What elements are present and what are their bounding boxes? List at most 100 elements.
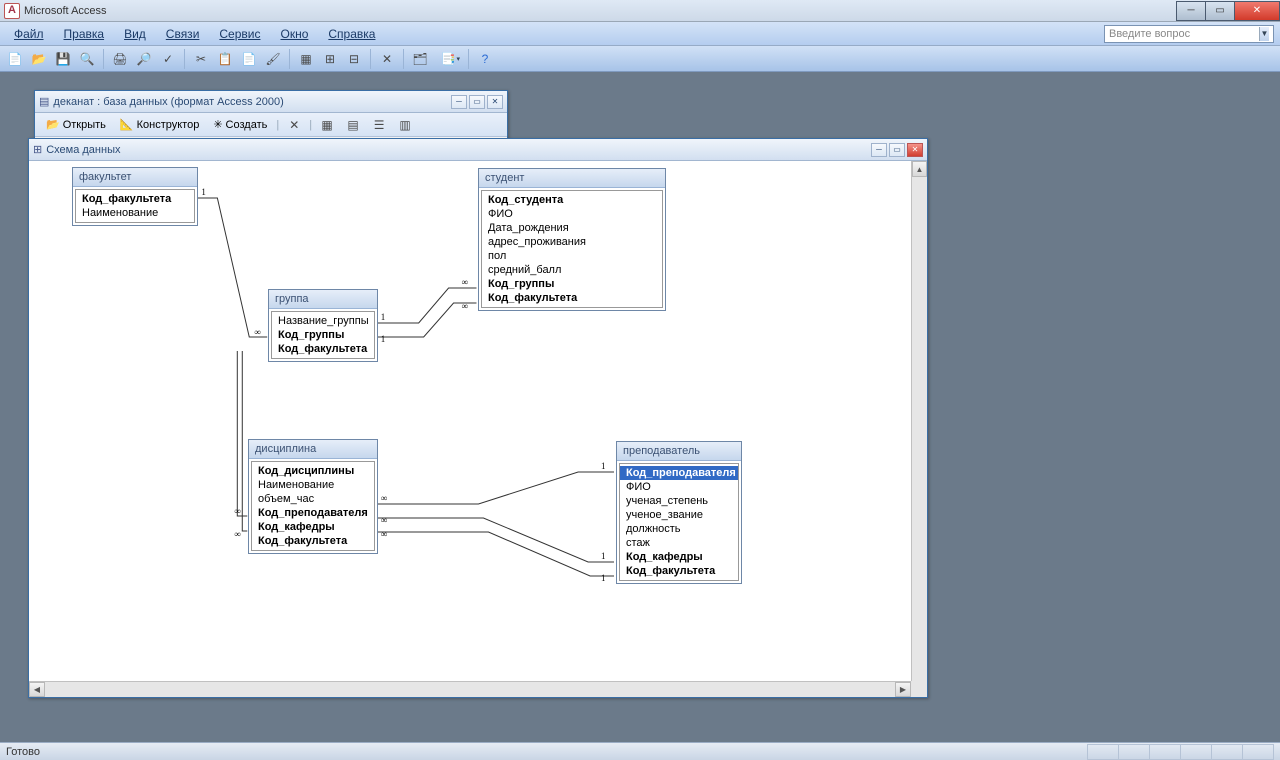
schema-window[interactable]: ⊞ Схема данных ─ ▭ ✕ 1 ∞ 1 1 ∞ [28,138,928,698]
child-maximize-button[interactable]: ▭ [889,143,905,157]
view-list-icon[interactable]: ☰ [368,114,390,136]
horizontal-scrollbar[interactable]: ◀ ▶ [29,681,911,697]
child-close-button[interactable]: ✕ [487,95,503,109]
vertical-scrollbar[interactable]: ▲ [911,161,927,681]
new-file-icon[interactable]: 📄 [4,48,26,70]
field-item[interactable]: Код_факультета [272,342,374,356]
field-item[interactable]: Код_факультета [252,534,374,548]
field-item[interactable]: ученое_звание [620,508,738,522]
svg-text:1: 1 [381,312,385,322]
delete-icon[interactable]: ✕ [376,48,398,70]
scroll-up-icon[interactable]: ▲ [912,161,927,177]
separator [289,49,290,69]
svg-text:∞: ∞ [381,515,387,525]
print-icon[interactable]: 🖨 [109,48,131,70]
menu-help[interactable]: Справка [320,25,383,43]
field-item[interactable]: Название_группы [272,314,374,328]
field-item[interactable]: адрес_проживания [482,235,662,249]
svg-text:∞: ∞ [381,493,387,503]
design-icon: 📐 [120,118,134,131]
cut-icon[interactable]: ✂ [190,48,212,70]
relationships-canvas[interactable]: 1 ∞ 1 1 ∞ ∞ ∞ ∞ ∞ ∞ ∞ [30,161,911,681]
table-student[interactable]: студент Код_студентаФИОДата_рожденияадре… [478,168,666,311]
field-item[interactable]: ученая_степень [620,494,738,508]
field-item[interactable]: Код_кафедры [620,550,738,564]
field-item[interactable]: стаж [620,536,738,550]
field-item[interactable]: пол [482,249,662,263]
svg-text:∞: ∞ [381,529,387,539]
show-all-icon[interactable]: ⊟ [343,48,365,70]
paste-icon[interactable]: 📄 [238,48,260,70]
database-window-title: деканат : база данных (формат Access 200… [53,96,283,108]
separator [103,49,104,69]
field-item[interactable]: Наименование [76,206,194,220]
new-object-icon[interactable]: 📑 [433,48,463,70]
field-item[interactable]: Код_факультета [76,192,194,206]
svg-text:1: 1 [601,551,605,561]
menu-file[interactable]: Файл [6,25,52,43]
window-close-button[interactable]: ✕ [1234,1,1280,21]
field-item[interactable]: Код_студента [482,193,662,207]
show-direct-icon[interactable]: ⊞ [319,48,341,70]
field-item[interactable]: Код_преподавателя [620,466,738,480]
child-minimize-button[interactable]: ─ [451,95,467,109]
table-faculty[interactable]: факультет Код_факультетаНаименование [72,167,198,226]
db-design-button[interactable]: 📐Конструктор [115,117,204,132]
field-item[interactable]: Код_группы [482,277,662,291]
menu-edit[interactable]: Правка [56,25,113,43]
table-group[interactable]: группа Название_группыКод_группыКод_факу… [268,289,378,362]
app-titlebar: Microsoft Access ─ ▭ ✕ [0,0,1280,22]
field-item[interactable]: должность [620,522,738,536]
show-table-icon[interactable]: ▦ [295,48,317,70]
menu-relations[interactable]: Связи [158,25,208,43]
window-minimize-button[interactable]: ─ [1176,1,1206,21]
schema-window-title: Схема данных [46,144,120,156]
field-item[interactable]: Код_преподавателя [252,506,374,520]
field-item[interactable]: Код_кафедры [252,520,374,534]
scroll-right-icon[interactable]: ▶ [895,682,911,697]
scroll-left-icon[interactable]: ◀ [29,682,45,697]
child-minimize-button[interactable]: ─ [871,143,887,157]
print-preview-icon[interactable]: 🔎 [133,48,155,70]
field-item[interactable]: ФИО [482,207,662,221]
child-maximize-button[interactable]: ▭ [469,95,485,109]
view-large-icon[interactable]: ▦ [316,114,338,136]
child-close-button[interactable]: ✕ [907,143,923,157]
chevron-down-icon[interactable]: ▼ [1259,27,1269,41]
table-discipline[interactable]: дисциплина Код_дисциплиныНаименованиеобъ… [248,439,378,554]
format-painter-icon[interactable]: 🖌 [262,48,284,70]
view-small-icon[interactable]: ▤ [342,114,364,136]
view-details-icon[interactable]: ▥ [394,114,416,136]
field-item[interactable]: Код_группы [272,328,374,342]
menu-window[interactable]: Окно [272,25,316,43]
field-item[interactable]: Код_факультета [482,291,662,305]
field-item[interactable]: средний_балл [482,263,662,277]
help-icon[interactable]: ? [474,48,496,70]
field-item[interactable]: объем_час [252,492,374,506]
field-item[interactable]: Код_дисциплины [252,464,374,478]
field-item[interactable]: ФИО [620,480,738,494]
help-question-box[interactable]: Введите вопрос ▼ [1104,25,1274,43]
svg-text:1: 1 [381,334,385,344]
table-title: группа [269,290,377,309]
field-item[interactable]: Дата_рождения [482,221,662,235]
spellcheck-icon[interactable]: ✓ [157,48,179,70]
open-folder-icon[interactable]: 📂 [28,48,50,70]
table-teacher[interactable]: преподаватель Код_преподавателяФИОученая… [616,441,742,584]
db-open-button[interactable]: 📂Открыть [41,117,111,132]
copy-icon[interactable]: 📋 [214,48,236,70]
search-icon[interactable]: 🔍 [76,48,98,70]
field-item[interactable]: Наименование [252,478,374,492]
delete-small-icon[interactable]: ✕ [283,114,305,136]
resize-grip[interactable] [911,681,927,697]
save-icon[interactable]: 💾 [52,48,74,70]
menu-view[interactable]: Вид [116,25,154,43]
field-list: Код_дисциплиныНаименованиеобъем_часКод_п… [251,461,375,551]
menu-service[interactable]: Сервис [211,25,268,43]
db-tools-icon[interactable]: 🗂 [409,48,431,70]
field-item[interactable]: Код_факультета [620,564,738,578]
db-new-button[interactable]: ✳Создать [208,117,272,132]
table-title: факультет [73,168,197,187]
window-maximize-button[interactable]: ▭ [1205,1,1235,21]
separator [468,49,469,69]
